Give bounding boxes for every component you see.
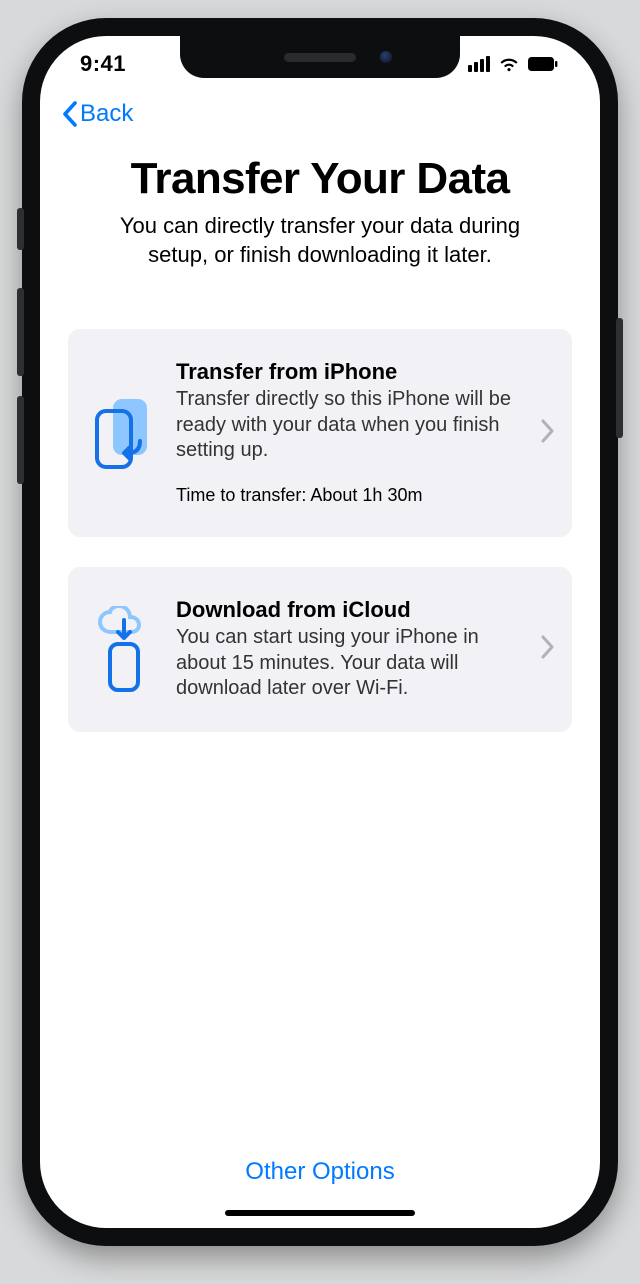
option-title: Transfer from iPhone: [176, 359, 532, 385]
back-label: Back: [80, 100, 133, 128]
battery-icon: [528, 57, 558, 71]
chevron-right-icon: [540, 419, 554, 448]
cellular-icon: [468, 56, 490, 72]
option-download-from-icloud[interactable]: Download from iCloud You can start using…: [68, 567, 572, 732]
option-body: Transfer directly so this iPhone will be…: [176, 387, 532, 464]
chevron-left-icon: [62, 101, 78, 127]
other-options-button[interactable]: Other Options: [245, 1158, 394, 1185]
wifi-icon: [498, 56, 520, 72]
chevron-right-icon: [540, 635, 554, 664]
option-title: Download from iCloud: [176, 597, 532, 623]
page-title: Transfer Your Data: [68, 154, 572, 204]
status-time: 9:41: [80, 51, 126, 77]
back-button[interactable]: Back: [62, 100, 133, 128]
phone-transfer-icon: [90, 397, 158, 469]
option-eta: Time to transfer: About 1h 30m: [176, 484, 532, 507]
option-body: You can start using your iPhone in about…: [176, 625, 532, 702]
home-indicator[interactable]: [225, 1210, 415, 1216]
option-transfer-from-iphone[interactable]: Transfer from iPhone Transfer directly s…: [68, 329, 572, 537]
page-subtitle: You can directly transfer your data duri…: [90, 212, 550, 269]
cloud-download-icon: [90, 606, 158, 692]
